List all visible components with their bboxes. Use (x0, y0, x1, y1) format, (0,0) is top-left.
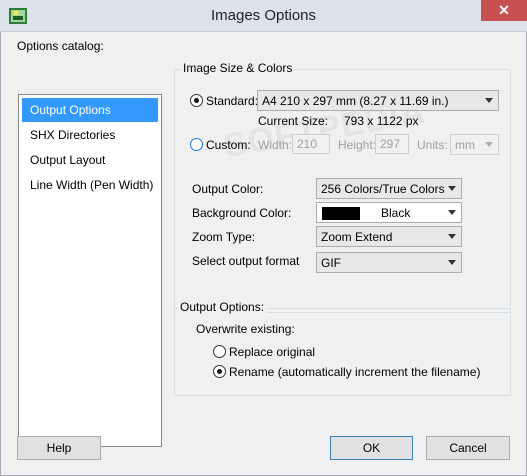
chevron-down-icon (448, 260, 456, 265)
catalog-item-line-width[interactable]: Line Width (Pen Width) (22, 173, 158, 197)
help-button[interactable]: Help (17, 436, 101, 460)
output-color-value: 256 Colors/True Colors (321, 182, 445, 196)
standard-size-dropdown[interactable]: A4 210 x 297 mm (8.27 x 11.69 in.) (257, 90, 499, 111)
options-catalog-label: Options catalog: (17, 39, 104, 53)
ok-button[interactable]: OK (330, 436, 413, 460)
output-options-title: Output Options: (177, 300, 268, 314)
chevron-down-icon (448, 234, 456, 239)
cancel-button[interactable]: Cancel (426, 436, 510, 460)
output-color-label: Output Color: (192, 182, 264, 196)
dialog-body: Options catalog: Output Options SHX Dire… (0, 32, 527, 476)
zoom-type-label: Zoom Type: (192, 230, 256, 244)
background-color-dropdown[interactable]: Black (316, 202, 462, 223)
chevron-down-icon (448, 186, 456, 191)
height-label: Height: (338, 138, 377, 152)
overwrite-existing-label: Overwrite existing: (196, 322, 295, 336)
catalog-item-output-options[interactable]: Output Options (22, 98, 158, 122)
title-bar: Images Options ✕ (0, 0, 527, 32)
chevron-down-icon (485, 98, 493, 103)
close-button[interactable]: ✕ (481, 0, 527, 21)
rename-label: Rename (automatically increment the file… (229, 365, 481, 379)
replace-original-label: Replace original (229, 345, 316, 359)
units-dropdown[interactable]: mm (450, 134, 499, 155)
standard-label: Standard: (206, 94, 259, 108)
replace-original-radio[interactable] (213, 345, 226, 358)
output-format-label: Select output format (192, 254, 300, 268)
output-color-dropdown[interactable]: 256 Colors/True Colors (316, 178, 462, 199)
catalog-item-shx-directories[interactable]: SHX Directories (22, 123, 158, 147)
current-size-value: 793 x 1122 px (344, 114, 419, 128)
chevron-down-icon (448, 210, 456, 215)
options-catalog-list[interactable]: Output Options SHX Directories Output La… (18, 94, 162, 447)
rename-radio[interactable] (213, 365, 226, 378)
background-color-label: Background Color: (192, 206, 292, 220)
output-format-dropdown[interactable]: GIF (316, 252, 462, 273)
chevron-down-icon (485, 142, 493, 147)
height-field[interactable]: 297 (375, 134, 409, 154)
zoom-type-value: Zoom Extend (321, 230, 393, 244)
zoom-type-dropdown[interactable]: Zoom Extend (316, 226, 462, 247)
output-format-value: GIF (321, 256, 341, 270)
image-size-colors-title: Image Size & Colors (180, 61, 296, 75)
standard-size-value: A4 210 x 297 mm (8.27 x 11.69 in.) (262, 94, 449, 108)
custom-radio[interactable] (190, 138, 203, 151)
window-title: Images Options (210, 7, 317, 24)
units-value: mm (455, 138, 475, 152)
width-field[interactable]: 210 (292, 134, 330, 154)
standard-radio[interactable] (190, 94, 203, 107)
width-label: Width: (258, 138, 293, 152)
current-size-label: Current Size: (258, 114, 329, 128)
units-label: Units: (417, 138, 448, 152)
background-color-swatch (322, 207, 360, 220)
custom-label: Custom: (206, 138, 251, 152)
background-color-value: Black (381, 206, 411, 220)
catalog-item-output-layout[interactable]: Output Layout (22, 148, 158, 172)
